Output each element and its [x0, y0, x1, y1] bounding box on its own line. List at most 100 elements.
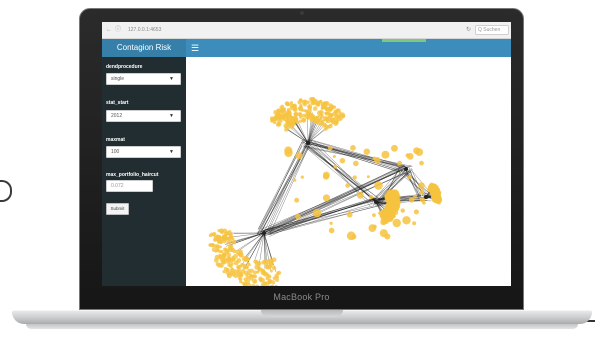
graph-node — [261, 260, 266, 265]
graph-node — [281, 113, 287, 119]
graph-node — [324, 111, 328, 115]
graph-node — [306, 114, 310, 119]
graph-node — [363, 148, 371, 155]
graph-node — [390, 144, 398, 152]
graph-hub — [374, 200, 378, 204]
dendprocedure-value: single — [111, 76, 125, 82]
graph-node — [233, 273, 239, 279]
graph-node — [293, 116, 299, 122]
graph-node — [328, 113, 333, 119]
graph-node — [412, 221, 417, 226]
stat-start-select[interactable]: 2012 ▼ — [106, 110, 181, 122]
graph-node — [233, 260, 239, 266]
graph-node — [402, 216, 411, 225]
graph-node — [320, 102, 325, 107]
graph-node — [215, 262, 220, 267]
graph-node — [253, 280, 257, 284]
graph-node — [435, 193, 439, 198]
graph-node — [273, 109, 279, 115]
info-icon[interactable]: ⓘ — [115, 27, 121, 33]
graph-node — [303, 99, 307, 103]
graph-edge — [268, 145, 309, 231]
graph-node — [374, 181, 383, 190]
graph-node — [240, 268, 246, 274]
graph-node — [230, 267, 235, 273]
maxmat-select[interactable]: 100 ▼ — [106, 146, 181, 158]
max-portfolio-haircut-input[interactable]: 0.072 — [106, 180, 153, 192]
graph-node — [222, 254, 226, 258]
graph-node — [232, 249, 237, 254]
graph-node — [242, 263, 247, 269]
graph-node — [322, 173, 330, 180]
graph-node — [220, 250, 224, 254]
network-graph[interactable] — [186, 57, 511, 286]
graph-node — [316, 118, 320, 122]
graph-node — [419, 160, 424, 166]
graph-node — [297, 100, 302, 105]
graph-node — [329, 221, 333, 225]
graph-node — [270, 280, 276, 285]
graph-node — [251, 283, 256, 286]
graph-node — [322, 123, 327, 128]
graph-node — [280, 109, 284, 113]
graph-node — [386, 189, 392, 196]
browser-search-input[interactable]: Q Suchen — [475, 25, 509, 35]
graph-node — [275, 275, 279, 279]
camera-icon — [300, 11, 304, 15]
graph-node — [351, 234, 357, 240]
graph-node — [379, 229, 388, 238]
graph-node — [320, 106, 324, 110]
graph-node — [289, 106, 294, 111]
graph-node — [406, 153, 414, 160]
graph-node — [397, 160, 403, 166]
laptop-brand-label: MacBook Pro — [273, 292, 330, 302]
browser-toolbar: ← ⓘ 127.0.0.1:4653 ↻ Q Suchen — [102, 22, 511, 39]
graph-node — [224, 231, 228, 236]
graph-node — [387, 209, 392, 214]
graph-node — [221, 235, 227, 241]
graph-node — [432, 196, 437, 202]
graph-edge — [244, 232, 265, 259]
laptop-notch — [261, 310, 343, 317]
hamburger-icon[interactable]: ☰ — [191, 39, 199, 57]
graph-node — [345, 183, 351, 188]
field-label-stat-start: stat_start — [106, 100, 129, 106]
graph-node — [301, 108, 305, 112]
app-title: Contagion Risk — [102, 39, 186, 57]
graph-node — [254, 284, 260, 286]
back-arrow-icon[interactable]: ← — [106, 27, 112, 33]
graph-node — [339, 157, 346, 164]
graph-node — [392, 218, 401, 228]
graph-node — [301, 117, 307, 123]
graph-node — [294, 197, 300, 203]
graph-hub — [262, 231, 266, 235]
graph-node — [295, 152, 303, 160]
caret-down-icon: ▼ — [169, 113, 174, 119]
field-label-max-portfolio-haircut: max_portfolio_haircut — [106, 172, 159, 178]
graph-node — [210, 243, 215, 248]
graph-node — [380, 213, 385, 218]
graph-node — [372, 213, 376, 218]
graph-node — [265, 272, 269, 276]
graph-node — [286, 108, 291, 112]
graph-node — [230, 257, 236, 262]
graph-hub — [306, 141, 310, 145]
graph-node — [274, 114, 279, 120]
submit-button[interactable]: Submit — [106, 203, 129, 215]
graph-node — [314, 101, 319, 106]
dendprocedure-select[interactable]: single ▼ — [106, 73, 181, 85]
stat-start-value: 2012 — [111, 113, 123, 119]
graph-edges — [223, 112, 437, 273]
graph-node — [243, 257, 247, 261]
graph-node — [247, 269, 252, 274]
app-header: Contagion Risk ☰ — [102, 39, 511, 57]
graph-node — [295, 213, 301, 220]
graph-node — [274, 284, 278, 286]
reload-icon[interactable]: ↻ — [466, 26, 471, 33]
graph-node — [368, 194, 374, 200]
url-bar[interactable]: 127.0.0.1:4653 — [128, 27, 161, 33]
loading-indicator — [382, 39, 426, 42]
graph-node — [223, 247, 227, 252]
graph-node — [418, 182, 425, 189]
graph-node — [389, 201, 396, 207]
